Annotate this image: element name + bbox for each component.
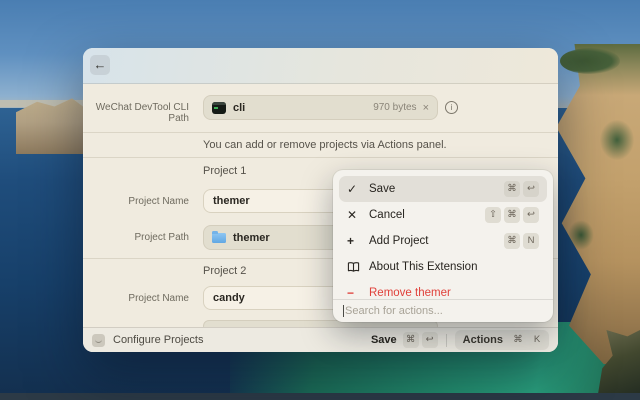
action-label: Add Project <box>369 235 428 247</box>
project1-name-label: Project Name <box>83 196 189 207</box>
return-key[interactable]: ↩ <box>422 332 438 348</box>
shift-key: ⇧ <box>485 207 501 223</box>
footer-actions-button[interactable]: Actions ⌘ K <box>455 330 549 350</box>
cmd-key: ⌘ <box>504 181 520 197</box>
cli-file-size: 970 bytes <box>373 102 416 113</box>
project1-path-value: themer <box>233 232 270 244</box>
actions-label: Actions <box>463 334 503 346</box>
folder-icon <box>212 233 226 243</box>
actions-panel: ✓ Save ⌘ ↩ ✕ Cancel ⇧ ⌘ ↩ + Add Project … <box>333 170 553 322</box>
k-key[interactable]: K <box>529 332 545 348</box>
actions-search-bar <box>333 299 553 322</box>
cli-path-file-picker[interactable]: cli 970 bytes × <box>203 95 438 120</box>
footer-save-button[interactable]: Save <box>371 334 397 346</box>
executable-file-icon <box>212 102 226 114</box>
action-item-add-project[interactable]: + Add Project ⌘ N <box>339 228 547 254</box>
cmd-key[interactable]: ⌘ <box>510 332 526 348</box>
divider <box>83 157 558 158</box>
wallpaper-vegetation <box>568 220 594 250</box>
cli-path-label: WeChat DevTool CLI Path <box>83 102 189 124</box>
window-header: ← <box>83 48 558 84</box>
form-description: You can add or remove projects via Actio… <box>203 139 447 151</box>
cmd-key[interactable]: ⌘ <box>403 332 419 348</box>
action-item-about-extension[interactable]: About This Extension <box>339 254 547 280</box>
action-item-save[interactable]: ✓ Save ⌘ ↩ <box>339 176 547 202</box>
window-footer: Configure Projects Save ⌘ ↩ Actions ⌘ K <box>83 327 558 352</box>
plus-icon: + <box>347 234 369 248</box>
remove-file-icon[interactable]: × <box>423 102 429 114</box>
info-icon[interactable]: i <box>445 101 458 114</box>
text-caret <box>343 305 344 317</box>
return-key: ↩ <box>523 181 539 197</box>
extension-icon <box>92 334 105 347</box>
back-button[interactable]: ← <box>90 55 110 75</box>
cmd-key: ⌘ <box>504 207 520 223</box>
check-icon: ✓ <box>347 182 369 196</box>
action-label: About This Extension <box>369 261 477 273</box>
wallpaper-vegetation <box>560 48 620 74</box>
project1-path-label: Project Path <box>83 232 189 243</box>
cli-file-name: cli <box>233 102 245 114</box>
project1-name-value: themer <box>213 195 250 207</box>
command-title: Configure Projects <box>113 334 204 346</box>
book-icon <box>347 261 369 273</box>
project2-title: Project 2 <box>203 265 246 277</box>
footer-divider <box>446 334 447 347</box>
divider <box>83 132 558 133</box>
actions-search-input[interactable] <box>345 305 543 317</box>
action-label: Save <box>369 183 395 195</box>
n-key: N <box>523 233 539 249</box>
wallpaper-bottom-edge <box>0 393 640 400</box>
project2-name-label: Project Name <box>83 293 189 304</box>
back-arrow-icon: ← <box>94 57 107 72</box>
action-label: Cancel <box>369 209 405 221</box>
cmd-key: ⌘ <box>504 233 520 249</box>
project2-name-value: candy <box>213 292 245 304</box>
action-label: Remove themer <box>369 287 451 298</box>
action-item-cancel[interactable]: ✕ Cancel ⇧ ⌘ ↩ <box>339 202 547 228</box>
close-icon: ✕ <box>347 208 369 222</box>
actions-list: ✓ Save ⌘ ↩ ✕ Cancel ⇧ ⌘ ↩ + Add Project … <box>333 170 553 298</box>
action-item-remove-themer[interactable]: − Remove themer <box>339 280 547 298</box>
project1-title: Project 1 <box>203 165 246 177</box>
wallpaper-vegetation <box>600 120 634 160</box>
return-key: ↩ <box>523 207 539 223</box>
minus-icon: − <box>347 286 369 298</box>
